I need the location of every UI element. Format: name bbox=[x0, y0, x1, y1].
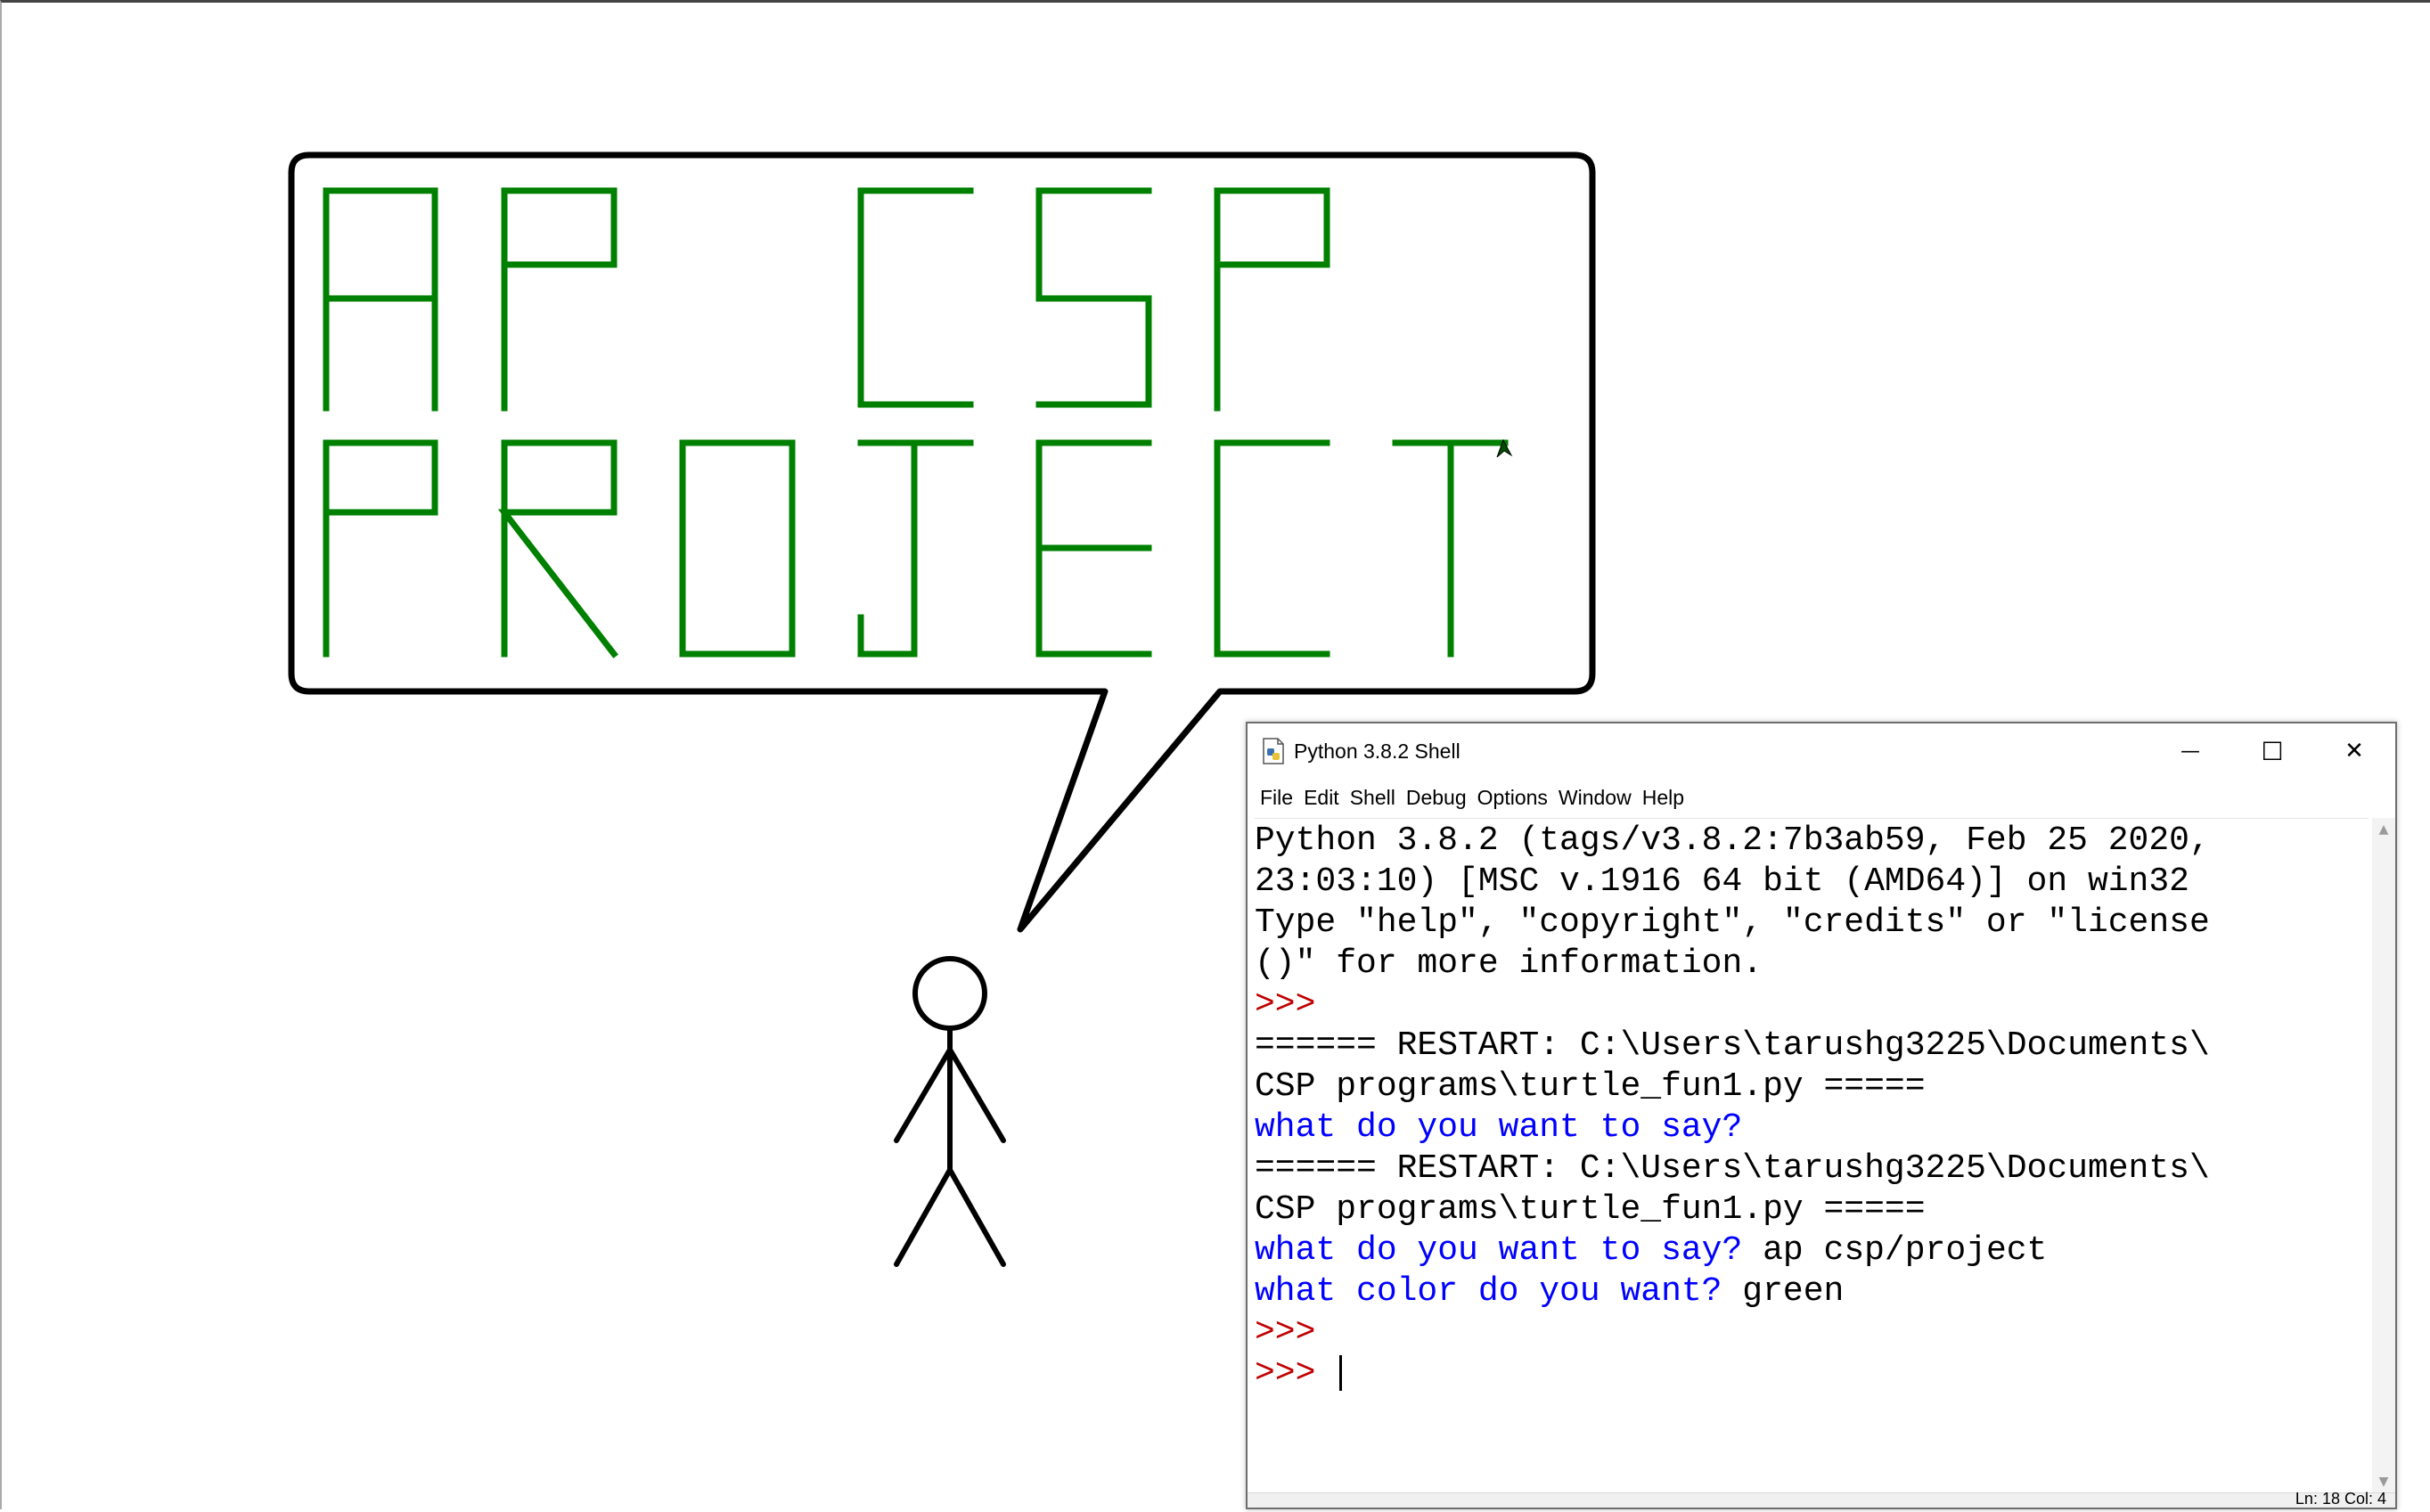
shell-io-line: what color do you want? green bbox=[1255, 1271, 2369, 1312]
shell-user-input: ap csp/project bbox=[1742, 1231, 2048, 1270]
shell-line: Type "help", "copyright", "credits" or "… bbox=[1255, 903, 2210, 942]
close-button[interactable]: ✕ bbox=[2313, 723, 2395, 779]
shell-line: ====== RESTART: C:\Users\tarushg3225\Doc… bbox=[1255, 1149, 2210, 1188]
menu-options[interactable]: Options bbox=[1472, 782, 1553, 813]
letter-p bbox=[323, 439, 438, 658]
shell-stdout-text: what color do you want? bbox=[1255, 1272, 1722, 1311]
menu-window[interactable]: Window bbox=[1553, 782, 1637, 813]
letter-j bbox=[857, 439, 974, 658]
python-shell-window[interactable]: Python 3.8.2 Shell — ☐ ✕ File Edit Shell… bbox=[1246, 722, 2397, 1509]
letter-t bbox=[1392, 439, 1509, 658]
shell-prompt: >>> bbox=[1255, 985, 1316, 1024]
stick-figure-head bbox=[912, 956, 987, 1031]
shell-line: 23:03:10) [MSC v.1916 64 bit (AMD64)] on… bbox=[1255, 862, 2189, 901]
shell-line: ====== RESTART: C:\Users\tarushg3225\Doc… bbox=[1255, 1026, 2210, 1065]
menu-bar: File Edit Shell Debug Options Window Hel… bbox=[1248, 779, 2395, 816]
letter-s bbox=[1035, 187, 1152, 408]
letter-p bbox=[1214, 187, 1330, 412]
menu-file[interactable]: File bbox=[1255, 782, 1298, 813]
shell-io-line: what do you want to say? ap csp/project bbox=[1255, 1230, 2369, 1271]
stick-figure bbox=[894, 956, 1006, 1267]
shell-prompt: >>> bbox=[1255, 1354, 1337, 1393]
letter-p bbox=[501, 187, 618, 412]
letter-a bbox=[323, 187, 438, 412]
scroll-up-arrow-icon[interactable]: ▲ bbox=[2372, 818, 2395, 841]
shell-input-line[interactable]: >>> bbox=[1255, 1353, 2369, 1394]
window-title: Python 3.8.2 Shell bbox=[1294, 739, 1460, 763]
letter-o bbox=[679, 439, 796, 658]
shell-prompt: >>> bbox=[1255, 1313, 1316, 1352]
letter-r bbox=[497, 439, 618, 658]
shell-line: Python 3.8.2 (tags/v3.8.2:7b3ab59, Feb 2… bbox=[1255, 821, 2210, 860]
title-bar[interactable]: Python 3.8.2 Shell — ☐ ✕ bbox=[1248, 723, 2395, 779]
shell-line: ()" for more information. bbox=[1255, 944, 1763, 983]
vertical-scrollbar[interactable]: ▲ ▼ bbox=[2372, 818, 2395, 1493]
python-idle-icon bbox=[1260, 737, 1287, 765]
shell-stdout-text: what do you want to say? bbox=[1255, 1231, 1743, 1270]
letter-c bbox=[1214, 439, 1330, 658]
menu-help[interactable]: Help bbox=[1637, 782, 1690, 813]
minimize-icon: — bbox=[2180, 740, 2200, 763]
shell-user-input: green bbox=[1722, 1272, 1845, 1311]
shell-line: CSP programs\turtle_fun1.py ===== bbox=[1255, 1190, 1926, 1229]
status-bar: Ln: 18 Col: 4 bbox=[1248, 1490, 2395, 1508]
shell-stdout-line: what do you want to say? bbox=[1255, 1108, 1743, 1147]
shell-output-area[interactable]: Python 3.8.2 (tags/v3.8.2:7b3ab59, Feb 2… bbox=[1255, 818, 2369, 1500]
text-cursor bbox=[1339, 1354, 1343, 1391]
letter-e bbox=[1035, 439, 1152, 658]
stick-figure-legs bbox=[894, 1164, 1006, 1267]
minimize-button[interactable]: — bbox=[2149, 723, 2231, 779]
speech-text-strokes bbox=[323, 187, 1509, 658]
menu-debug[interactable]: Debug bbox=[1401, 782, 1472, 813]
menu-edit[interactable]: Edit bbox=[1298, 782, 1345, 813]
close-icon: ✕ bbox=[2344, 738, 2364, 764]
cursor-position-status: Ln: 18 Col: 4 bbox=[2295, 1490, 2386, 1508]
maximize-button[interactable]: ☐ bbox=[2231, 723, 2313, 779]
menu-shell[interactable]: Shell bbox=[1345, 782, 1401, 813]
maximize-icon: ☐ bbox=[2261, 736, 2284, 766]
shell-line: CSP programs\turtle_fun1.py ===== bbox=[1255, 1067, 1926, 1106]
letter-c bbox=[857, 187, 974, 408]
